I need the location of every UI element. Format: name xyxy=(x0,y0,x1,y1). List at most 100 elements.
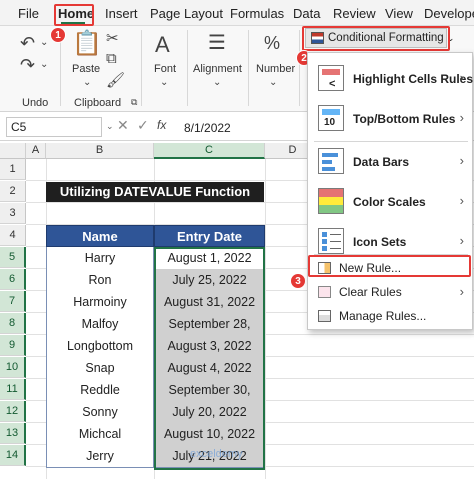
column-header-c[interactable]: C xyxy=(154,143,265,159)
font-icon[interactable]: A xyxy=(155,34,170,56)
cell-entry-date[interactable]: July 20, 2022 xyxy=(154,401,265,424)
select-all-corner[interactable] xyxy=(0,143,26,159)
cell-entry-date-active[interactable]: August 1, 2022 xyxy=(154,247,265,270)
gridline xyxy=(265,159,266,479)
new-rule-highlight xyxy=(308,255,471,277)
cell-name[interactable]: Longbottom xyxy=(46,335,154,358)
top-bottom-icon: 10 xyxy=(318,105,344,131)
undo-dropdown-icon[interactable]: ⌄ xyxy=(40,38,48,48)
column-header-b[interactable]: B xyxy=(46,143,154,159)
chevron-right-icon: › xyxy=(459,193,464,208)
fx-icon[interactable]: fx xyxy=(157,118,166,132)
row-header-12[interactable]: 12 xyxy=(0,401,26,422)
redo-dropdown-icon[interactable]: ⌄ xyxy=(40,60,48,70)
menu-item-clear-rules[interactable]: Clear Rules › xyxy=(308,281,472,303)
menu-item-highlight-cells-rules[interactable]: < Highlight Cells Rules › xyxy=(308,59,474,97)
highlight-cells-icon: < xyxy=(318,65,344,91)
row-header-13[interactable]: 13 xyxy=(0,423,26,444)
menu-item-data-bars[interactable]: Data Bars › xyxy=(308,141,472,181)
ribbon-separator xyxy=(299,30,300,106)
redo-icon[interactable]: ↷ xyxy=(20,56,35,74)
cell-name[interactable]: Harmoiny xyxy=(46,291,154,314)
format-painter-icon[interactable]: 🖌 xyxy=(106,73,125,88)
tab-file[interactable]: File xyxy=(18,6,39,21)
cell-entry-date[interactable]: September 30, 2022 xyxy=(154,379,265,419)
menu-item-label: Manage Rules... xyxy=(339,309,427,323)
cell-name[interactable]: Reddle xyxy=(46,379,154,402)
row-header-14[interactable]: 14 xyxy=(0,445,26,466)
data-bars-icon xyxy=(318,148,344,174)
formula-input[interactable]: 8/1/2022 xyxy=(184,121,231,135)
row-header-8[interactable]: 8 xyxy=(0,313,26,334)
font-dropdown-icon[interactable]: ⌄ xyxy=(160,78,168,88)
paste-dropdown-icon[interactable]: ⌄ xyxy=(83,78,91,88)
menu-item-label: Color Scales xyxy=(353,195,426,209)
number-group-label[interactable]: Number xyxy=(256,63,295,75)
tab-formulas[interactable]: Formulas xyxy=(230,6,284,21)
menu-item-label: Icon Sets xyxy=(353,235,407,249)
row-header-4[interactable]: 4 xyxy=(0,225,26,246)
conditional-formatting-menu: < Highlight Cells Rules › 10 Top/Bottom … xyxy=(307,52,473,330)
color-scales-icon xyxy=(318,188,344,214)
cancel-icon[interactable]: ✕ xyxy=(117,117,129,134)
tab-data[interactable]: Data xyxy=(293,6,320,21)
cf-button-highlight xyxy=(302,26,450,51)
tab-view[interactable]: View xyxy=(385,6,413,21)
cell-entry-date[interactable]: September 28, 2022 xyxy=(154,313,265,353)
icon-sets-icon xyxy=(318,228,344,254)
row-header-9[interactable]: 9 xyxy=(0,335,26,356)
row-header-3[interactable]: 3 xyxy=(0,203,26,224)
row-header-1[interactable]: 1 xyxy=(0,159,26,180)
eraser-icon xyxy=(318,286,331,298)
enter-icon[interactable]: ✓ xyxy=(137,117,149,134)
undo-group-label: Undo xyxy=(22,97,49,109)
menu-item-label: Clear Rules xyxy=(339,285,402,299)
paste-icon[interactable]: 📋 xyxy=(72,32,102,56)
cell-entry-date[interactable]: July 25, 2022 xyxy=(154,269,265,292)
clipboard-launcher-icon[interactable]: ⧉ xyxy=(131,98,137,107)
row-header-5[interactable]: 5 xyxy=(0,247,26,268)
row-header-11[interactable]: 11 xyxy=(0,379,26,400)
chevron-right-icon: › xyxy=(459,70,464,85)
tab-review[interactable]: Review xyxy=(333,6,376,21)
menu-item-label: Highlight Cells Rules xyxy=(353,72,474,86)
tab-developer[interactable]: Develope xyxy=(424,6,474,21)
cell-entry-date[interactable]: August 10, 2022 xyxy=(154,423,265,446)
name-box-dropdown-icon[interactable]: ⌄ xyxy=(106,121,114,132)
clipboard-group-label: Clipboard xyxy=(74,97,122,109)
tab-insert[interactable]: Insert xyxy=(105,6,138,21)
home-tab-highlight xyxy=(54,4,94,26)
cell-name[interactable]: Snap xyxy=(46,357,154,380)
cell-entry-date[interactable]: August 3, 2022 xyxy=(154,335,265,358)
cell-name[interactable]: Sonny xyxy=(46,401,154,424)
alignment-group-label[interactable]: Alignment xyxy=(193,63,242,75)
number-dropdown-icon[interactable]: ⌄ xyxy=(269,78,277,88)
cell-name[interactable]: Malfoy xyxy=(46,313,154,336)
percent-icon[interactable]: % xyxy=(264,34,280,52)
font-group-label[interactable]: Font xyxy=(154,63,176,75)
cell-name[interactable]: Jerry xyxy=(46,445,154,468)
ribbon-separator xyxy=(187,30,188,106)
name-box[interactable]: C5 xyxy=(6,117,102,137)
row-header-6[interactable]: 6 xyxy=(0,269,26,290)
alignment-dropdown-icon[interactable]: ⌄ xyxy=(213,78,221,88)
row-header-2[interactable]: 2 xyxy=(0,181,26,202)
cell-name[interactable]: Michcal xyxy=(46,423,154,446)
menu-item-color-scales[interactable]: Color Scales › xyxy=(308,181,472,221)
cell-entry-date[interactable]: August 31, 2022 xyxy=(154,291,265,314)
column-header-a[interactable]: A xyxy=(26,143,46,159)
menu-item-manage-rules[interactable]: Manage Rules... xyxy=(308,305,472,327)
chevron-right-icon: › xyxy=(459,153,464,168)
tab-page-layout[interactable]: Page Layout xyxy=(150,6,223,21)
copy-icon[interactable]: ⧉ xyxy=(106,51,117,66)
cell-name[interactable]: Ron xyxy=(46,269,154,292)
menu-item-top-bottom-rules[interactable]: 10 Top/Bottom Rules › xyxy=(308,99,472,137)
undo-icon[interactable]: ↶ xyxy=(20,34,35,52)
cell-entry-date[interactable]: August 4, 2022 xyxy=(154,357,265,380)
cell-name[interactable]: Harry xyxy=(46,247,154,270)
row-header-10[interactable]: 10 xyxy=(0,357,26,378)
alignment-icon[interactable]: ☰ xyxy=(208,33,226,53)
paste-label[interactable]: Paste xyxy=(72,63,100,75)
row-header-7[interactable]: 7 xyxy=(0,291,26,312)
cut-icon[interactable]: ✂ xyxy=(106,31,119,46)
